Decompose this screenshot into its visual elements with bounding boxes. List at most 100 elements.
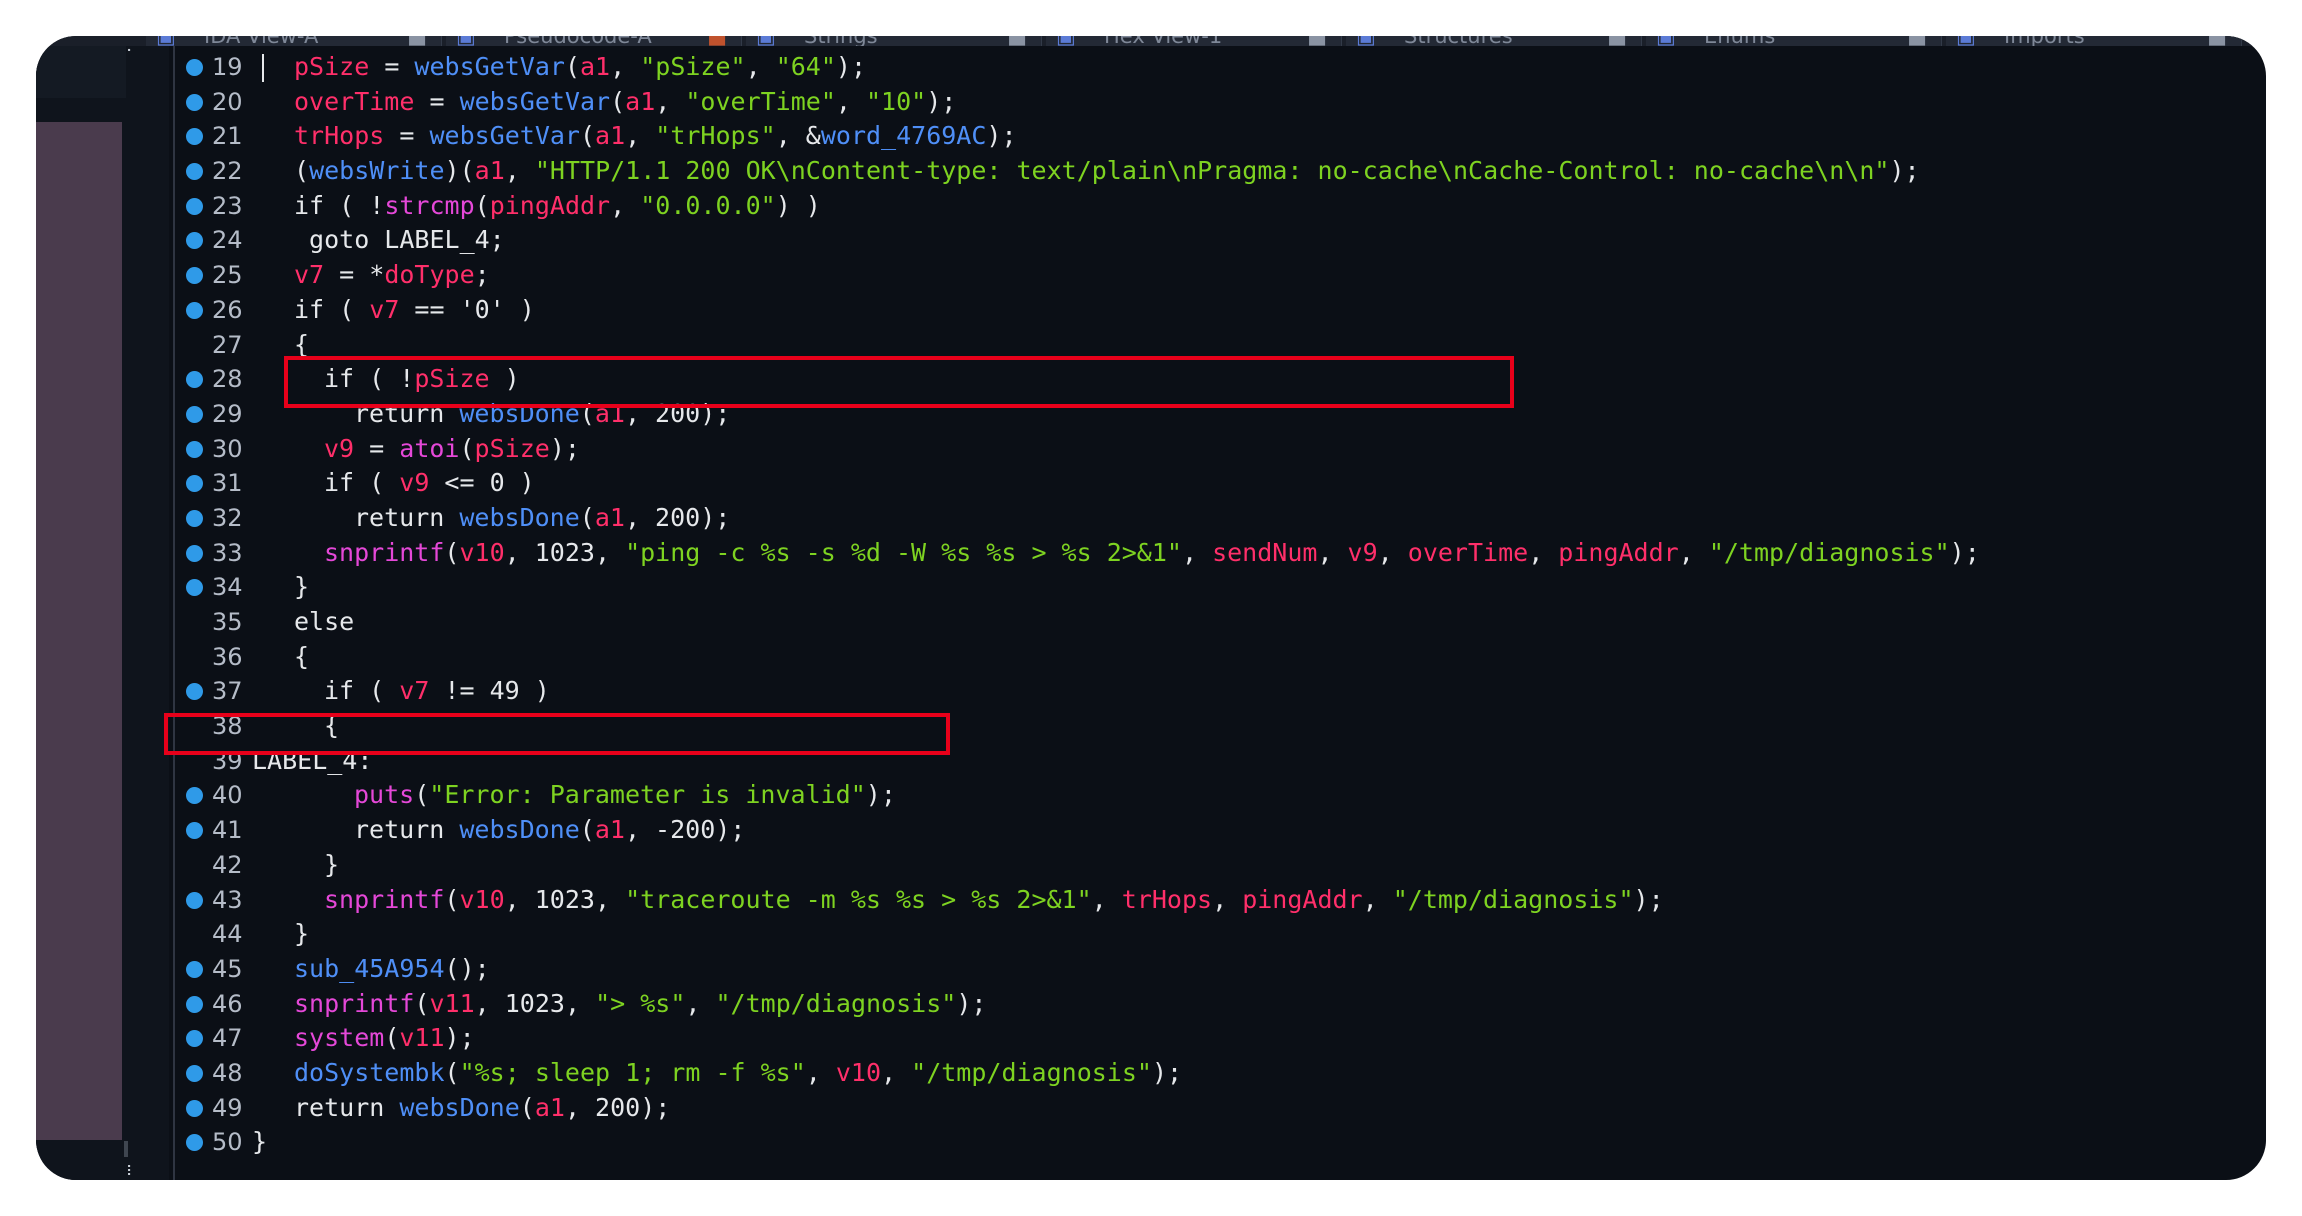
code-line[interactable]: 45 sub_45A954(); (176, 952, 2266, 987)
breakpoint-dot-icon[interactable] (186, 475, 203, 493)
code-text: ); (865, 780, 896, 810)
variable-token: doType (384, 260, 475, 290)
code-line[interactable]: 32 return websDone(a1, 200); (176, 501, 2266, 536)
breakpoint-dot-icon[interactable] (186, 197, 203, 215)
breakpoint-dot-icon[interactable] (186, 1134, 203, 1152)
line-number: 32 (212, 503, 243, 532)
ida-view-icon: ▣ (156, 36, 176, 46)
code-text: ; (474, 260, 490, 290)
grip-dots-icon[interactable]: ⠇ (126, 1164, 136, 1180)
breakpoint-dot-icon[interactable] (186, 128, 203, 146)
code-line[interactable]: 47 system(v11); (176, 1021, 2266, 1056)
tab-ida-view-a[interactable]: ▣ IDA View-A ■ (146, 36, 442, 46)
code-text: , 1023, (474, 988, 596, 1018)
code-line[interactable]: 24 goto LABEL_4; (176, 223, 2266, 258)
code-text: } (252, 1125, 267, 1160)
code-text: goto LABEL_4; (264, 223, 505, 258)
code-line[interactable]: 42} (176, 848, 2266, 883)
grip-dots-icon[interactable]: ⠁ (126, 48, 136, 64)
breakpoint-dot-icon[interactable] (186, 59, 203, 76)
tab-imports[interactable]: ▣ Imports ■ (1946, 36, 2242, 46)
close-icon[interactable]: ■ (407, 36, 427, 46)
function-token: websDone (459, 398, 580, 428)
code-text: , (1317, 537, 1348, 567)
code-line[interactable]: 49 return websDone(a1, 200); (176, 1091, 2266, 1126)
breakpoint-dot-icon[interactable] (186, 232, 203, 250)
breakpoint-dot-icon[interactable] (186, 93, 203, 111)
close-icon[interactable]: ■ (707, 36, 727, 46)
breakpoint-dot-icon[interactable] (186, 579, 203, 597)
code-line[interactable]: 39 LABEL_4: (176, 744, 2266, 779)
code-line[interactable]: 20 overTime = websGetVar(a1, "overTime", … (176, 85, 2266, 120)
breakpoint-dot-icon[interactable] (186, 440, 203, 458)
code-text: ( (414, 780, 430, 810)
code-line[interactable]: 27 { (176, 328, 2266, 363)
code-line[interactable]: 50} (176, 1125, 2266, 1160)
function-token: sub_45A954 (294, 953, 445, 983)
variable-token: trHops (294, 121, 385, 151)
code-line[interactable]: 21 trHops = websGetVar(a1, "trHops", &wor… (176, 119, 2266, 154)
breakpoint-dot-icon[interactable] (186, 509, 203, 527)
breakpoint-dot-icon[interactable] (186, 683, 203, 701)
code-line[interactable]: 31 if ( v9 <= 0 ) (176, 466, 2266, 501)
breakpoint-dot-icon[interactable] (186, 1064, 203, 1082)
code-line[interactable]: 37 if ( v7 != 49 ) (176, 674, 2266, 709)
close-icon[interactable]: ■ (1007, 36, 1027, 46)
breakpoint-dot-icon[interactable] (186, 267, 203, 285)
line-number: 20 (212, 87, 243, 116)
code-text: ); (1633, 884, 1664, 914)
code-line[interactable]: 35 else (176, 605, 2266, 640)
code-line[interactable]: 44} (176, 917, 2266, 952)
code-line[interactable]: 38 { (176, 709, 2266, 744)
tab-pseudocode-a[interactable]: ▣ Pseudocode-A ■ (446, 36, 742, 46)
line-number: 26 (212, 295, 243, 324)
breakpoint-dot-icon[interactable] (186, 960, 203, 978)
breakpoint-dot-icon[interactable] (186, 1099, 203, 1117)
line-number: 48 (212, 1058, 243, 1087)
code-line[interactable]: 36 { (176, 640, 2266, 675)
breakpoint-dot-icon[interactable] (186, 544, 203, 562)
code-text: } (324, 849, 340, 879)
imports-icon: ▣ (1956, 36, 1976, 46)
close-icon[interactable]: ■ (1607, 36, 1627, 46)
navigator-panel[interactable] (36, 122, 122, 1140)
breakpoint-dot-icon[interactable] (186, 995, 203, 1013)
close-icon[interactable]: ■ (1907, 36, 1927, 46)
code-line[interactable]: 46 snprintf(v11, 1023, "> %s", "/tmp/diag… (176, 987, 2266, 1022)
breakpoint-dot-icon[interactable] (186, 405, 203, 423)
code-line[interactable]: 43 snprintf(v10, 1023, "traceroute -m %s … (176, 883, 2266, 918)
code-line[interactable]: 33 snprintf(v10, 1023, "ping -c %s -s %d … (176, 536, 2266, 571)
code-text: , & (775, 121, 821, 151)
string-token: "/tmp/diagnosis" (911, 1057, 1152, 1087)
tab-hex-view-1[interactable]: ▣ Hex View-1 ■ (1046, 36, 1342, 46)
breakpoint-dot-icon[interactable] (186, 891, 203, 909)
breakpoint-dot-icon[interactable] (186, 822, 203, 840)
breakpoint-dot-icon[interactable] (186, 163, 203, 181)
code-line[interactable]: 22 (websWrite)(a1, "HTTP/1.1 200 OK\nCont… (176, 154, 2266, 189)
code-line[interactable]: 34} (176, 570, 2266, 605)
code-line[interactable]: 25 v7 = *doType; (176, 258, 2266, 293)
code-line[interactable]: 19 pSize = websGetVar(a1, "pSize", "64"); (176, 50, 2266, 85)
breakpoint-dot-icon[interactable] (186, 301, 203, 319)
breakpoint-dot-icon[interactable] (186, 371, 203, 389)
code-line[interactable]: 29 return websDone(a1, 200); (176, 397, 2266, 432)
code-text: ( (519, 1092, 535, 1122)
close-icon[interactable]: ■ (2207, 36, 2227, 46)
breakpoint-dot-icon[interactable] (186, 1030, 203, 1048)
navigator-scroll-marker[interactable] (124, 1141, 136, 1157)
tab-structures[interactable]: ▣ Structures ■ (1346, 36, 1642, 46)
code-line[interactable]: 40 puts("Error: Parameter is invalid"); (176, 778, 2266, 813)
code-line[interactable]: 23 if ( !strcmp(pingAddr, "0.0.0.0") ) (176, 189, 2266, 224)
tab-enums[interactable]: ▣ Enums ■ (1646, 36, 1942, 46)
breakpoint-dot-icon[interactable] (186, 787, 203, 805)
code-line[interactable]: 30 v9 = atoi(pSize); (176, 432, 2266, 467)
close-icon[interactable]: ■ (1307, 36, 1327, 46)
line-number: 30 (212, 434, 243, 463)
code-line[interactable]: 41 return websDone(a1, -200); (176, 813, 2266, 848)
code-line[interactable]: 48 doSystembk("%s; sleep 1; rm -f %s", v1… (176, 1056, 2266, 1091)
pseudocode-editor[interactable]: 19 pSize = websGetVar(a1, "pSize", "64");… (176, 50, 2266, 1160)
code-line[interactable]: 28 if ( !pSize ) (176, 362, 2266, 397)
code-line[interactable]: 26 if ( v7 == '0' ) (176, 293, 2266, 328)
code-text: , 1023, (504, 537, 626, 567)
tab-strings[interactable]: ▣ Strings ■ (746, 36, 1042, 46)
